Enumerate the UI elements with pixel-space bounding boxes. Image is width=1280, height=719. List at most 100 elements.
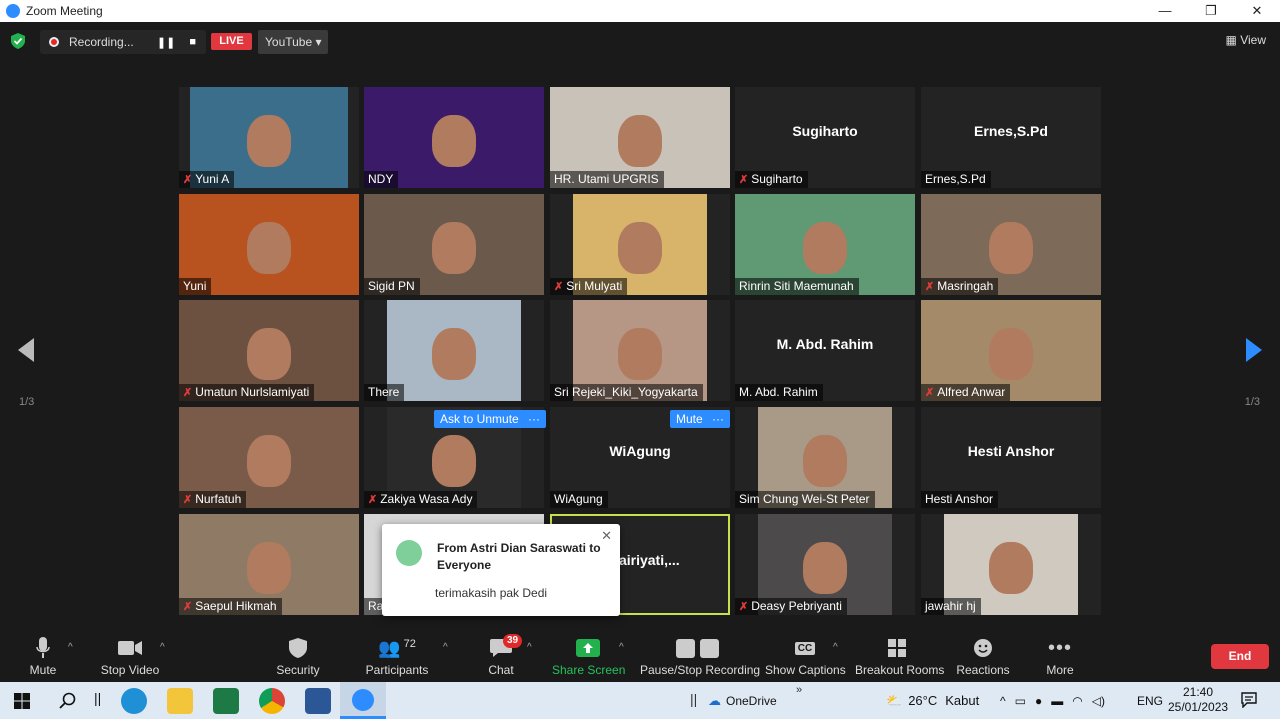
onedrive-item[interactable]: ☁ OneDrive — [708, 682, 777, 719]
clock[interactable]: 21:40 25/01/2023 — [1168, 685, 1228, 715]
participant-tile[interactable]: jawahir hj — [921, 514, 1101, 615]
participant-name: Sim Chung Wei-St Peter — [739, 492, 870, 506]
participant-tile[interactable]: Hesti Anshor Hesti Anshor — [921, 407, 1101, 508]
tile-more-button[interactable]: ··· — [706, 410, 730, 428]
audio-options-chevron-icon[interactable]: ^ — [68, 642, 73, 653]
participant-tile[interactable]: ✗ Saepul Hikmah — [179, 514, 359, 615]
participant-tile[interactable]: Ernes,S.Pd Ernes,S.Pd — [921, 87, 1101, 188]
participant-name: Hesti Anshor — [925, 492, 994, 506]
participant-tile[interactable]: HR. Utami UPGRIS — [550, 87, 730, 188]
chat-notification-popup[interactable]: From Astri Dian Saraswati to Everyone te… — [382, 524, 620, 616]
restore-button[interactable]: ❐ — [1188, 0, 1234, 22]
chrome-browser-icon[interactable] — [259, 688, 285, 714]
search-icon[interactable] — [59, 692, 76, 709]
pause-recording-icon[interactable]: ❚❚ — [157, 36, 175, 49]
next-page-arrow-icon[interactable] — [1246, 338, 1262, 362]
encryption-shield-icon[interactable] — [11, 33, 25, 49]
edge-browser-icon[interactable] — [121, 688, 147, 714]
security-button[interactable]: Security — [272, 630, 324, 682]
share-screen-button[interactable]: Share Screen — [552, 630, 625, 682]
stop-video-button[interactable]: Stop Video — [96, 630, 164, 682]
participants-chevron-icon[interactable]: ^ — [443, 642, 448, 653]
video-options-chevron-icon[interactable]: ^ — [160, 642, 165, 653]
stop-recording-icon[interactable]: ■ — [189, 36, 196, 49]
task-view-icon[interactable]: || — [94, 690, 101, 706]
participant-tile[interactable]: Yuni — [179, 194, 359, 295]
participant-tile[interactable]: Sugiharto ✗ Sugiharto — [735, 87, 915, 188]
more-button[interactable]: ••• More — [1040, 630, 1080, 682]
participant-face — [618, 222, 662, 274]
windows-start-icon[interactable] — [14, 693, 30, 709]
participant-name: HR. Utami UPGRIS — [554, 172, 659, 186]
view-button[interactable]: ▦ View — [1226, 33, 1266, 47]
participant-name: M. Abd. Rahim — [739, 385, 818, 399]
participant-tile[interactable]: There — [364, 300, 544, 401]
muted-microphone-icon: ✗ — [368, 494, 378, 506]
ask-to-unmute-button[interactable]: Ask to Unmute — [434, 410, 525, 428]
toolbar-expand-chevron-icon[interactable]: » — [796, 684, 802, 696]
participant-face — [989, 542, 1033, 594]
reactions-button[interactable]: Reactions — [955, 630, 1011, 682]
mute-button[interactable]: Mute — [22, 630, 64, 682]
participant-name: Umatun Nurlslamiyati — [195, 385, 310, 399]
participant-tile[interactable]: ✗ Sri Mulyati — [550, 194, 730, 295]
recording-dot-icon — [49, 37, 59, 47]
chat-sender: From Astri Dian Saraswati to Everyone — [437, 541, 601, 572]
excel-icon[interactable] — [213, 688, 239, 714]
share-options-chevron-icon[interactable]: ^ — [619, 642, 624, 653]
prev-page-arrow-icon[interactable] — [18, 338, 34, 362]
zoom-taskbar-item[interactable] — [340, 682, 386, 719]
clock-date: 25/01/2023 — [1168, 700, 1229, 714]
breakout-rooms-button[interactable]: Breakout Rooms — [855, 630, 944, 682]
participant-name: Sri Rejeki_Kiki_Yogyakarta — [554, 385, 698, 399]
close-button[interactable]: ✕ — [1234, 0, 1280, 22]
notification-center-icon[interactable] — [1241, 692, 1257, 708]
participant-tile[interactable]: ✗ Deasy Pebriyanti — [735, 514, 915, 615]
more-label: More — [1046, 663, 1074, 677]
mute-participant-button[interactable]: Mute — [670, 410, 709, 428]
tile-more-button[interactable]: ··· — [522, 410, 546, 428]
meet-now-icon[interactable]: ▭ — [1015, 694, 1026, 708]
chat-message: terimakasih pak Dedi — [435, 586, 548, 600]
stream-target-dropdown[interactable]: YouTube ▾ — [258, 30, 328, 54]
participant-tile[interactable]: ✗ Nurfatuh — [179, 407, 359, 508]
participant-tile[interactable]: NDY — [364, 87, 544, 188]
page-indicator-right: 1/3 — [1244, 396, 1260, 408]
volume-icon[interactable]: ◁) — [1092, 694, 1105, 708]
participant-tile[interactable]: ✗ Yuni A — [179, 87, 359, 188]
weather-widget[interactable]: ⛅ 26°C Kabut — [886, 682, 979, 719]
tray-expand-icon[interactable]: ^ — [1000, 694, 1006, 708]
participant-tile[interactable]: Sim Chung Wei-St Peter — [735, 407, 915, 508]
live-badge[interactable]: LIVE — [211, 33, 252, 50]
wifi-icon[interactable]: ◠ — [1072, 694, 1082, 708]
participant-name: Masringah — [937, 279, 994, 293]
file-explorer-icon[interactable] — [167, 688, 193, 714]
participant-face — [247, 328, 291, 380]
participant-tile[interactable]: ✗ Masringah — [921, 194, 1101, 295]
word-icon[interactable] — [305, 688, 331, 714]
minimize-button[interactable]: — — [1142, 0, 1188, 22]
captions-chevron-icon[interactable]: ^ — [833, 642, 838, 653]
participant-name-label: Ernes,S.Pd — [921, 171, 991, 188]
participant-tile[interactable]: Sigid PN — [364, 194, 544, 295]
participant-face — [247, 435, 291, 487]
show-captions-button[interactable]: CC Show Captions — [765, 630, 846, 682]
microphone-tray-icon[interactable]: ● — [1035, 694, 1042, 708]
pause-stop-recording-button[interactable]: Pause/Stop Recording — [640, 630, 760, 682]
battery-icon[interactable]: ▬ — [1051, 694, 1063, 708]
participant-tile[interactable]: ✗ Alfred Anwar — [921, 300, 1101, 401]
recording-indicator: Recording... ❚❚ ■ — [40, 30, 206, 54]
participant-tile[interactable]: M. Abd. Rahim M. Abd. Rahim — [735, 300, 915, 401]
end-meeting-button[interactable]: End — [1211, 644, 1269, 669]
participant-face — [432, 435, 476, 487]
participants-button[interactable]: 👥 72 Participants — [364, 630, 430, 682]
chat-chevron-icon[interactable]: ^ — [527, 642, 532, 653]
language-indicator[interactable]: ENG — [1137, 682, 1163, 719]
participant-tile[interactable]: ✗ Umatun Nurlslamiyati — [179, 300, 359, 401]
participant-face — [432, 328, 476, 380]
close-popup-icon[interactable]: ✕ — [601, 528, 612, 544]
participant-name: Sugiharto — [751, 172, 803, 186]
participant-name-label: Rinrin Siti Maemunah — [735, 278, 859, 295]
participant-tile[interactable]: Sri Rejeki_Kiki_Yogyakarta — [550, 300, 730, 401]
participant-tile[interactable]: Rinrin Siti Maemunah — [735, 194, 915, 295]
